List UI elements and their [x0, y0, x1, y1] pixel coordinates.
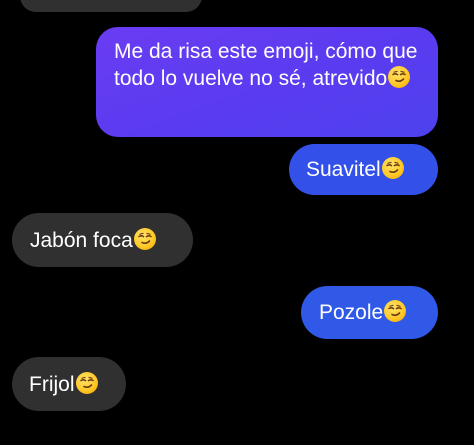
message-text: Jabón foca [30, 229, 133, 252]
message-text: Pozole [319, 301, 384, 324]
message-text: Frijol [29, 373, 75, 396]
smirking-face-emoji-icon [75, 372, 98, 394]
message-text: Me da risa este emoji, cómo que todo lo … [114, 40, 418, 90]
smirking-face-emoji-icon [388, 66, 411, 88]
incoming-message-bubble[interactable]: Jabón foca [12, 213, 193, 267]
smirking-face-emoji-icon [381, 157, 404, 179]
message-text: Suavitel [306, 158, 381, 181]
incoming-message-bubble-partial[interactable] [20, 0, 202, 12]
outgoing-message-bubble[interactable]: Suavitel [289, 144, 438, 195]
outgoing-message-bubble[interactable]: Pozole [301, 286, 438, 339]
incoming-message-bubble[interactable]: Frijol [12, 357, 126, 411]
smirking-face-emoji-icon [133, 228, 156, 250]
outgoing-message-bubble[interactable]: Me da risa este emoji, cómo que todo lo … [96, 27, 438, 137]
smirking-face-emoji-icon [384, 300, 407, 322]
